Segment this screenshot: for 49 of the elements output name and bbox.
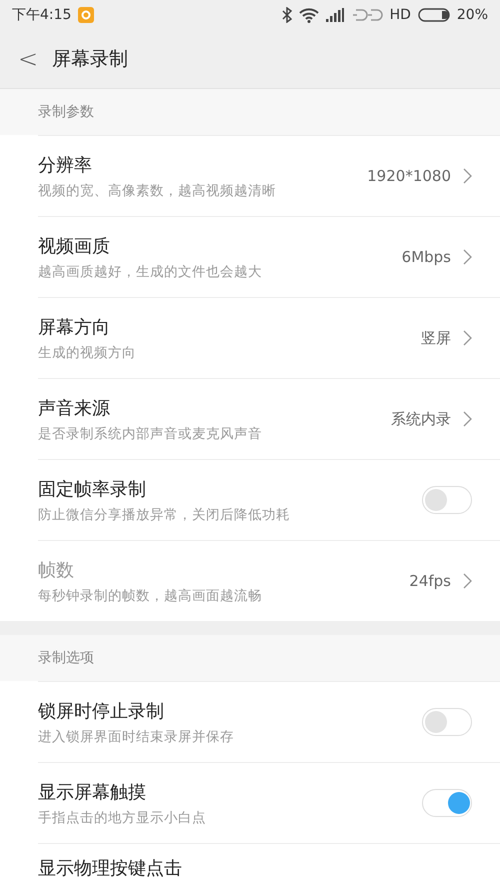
setting-title: 锁屏时停止录制: [38, 700, 165, 724]
setting-description: 手指点击的地方显示小白点: [38, 808, 207, 826]
setting-description: 生成的视频方向: [38, 344, 137, 362]
chevron-icon: [463, 168, 472, 184]
toggle-switch[interactable]: [422, 708, 472, 736]
chevron-icon: [463, 411, 472, 427]
battery-icon: [418, 8, 450, 22]
setting-title: 显示物理按键点击: [38, 857, 183, 881]
back-button[interactable]: <: [0, 45, 52, 73]
toggle-switch[interactable]: [422, 486, 472, 514]
bluetooth-icon: [282, 7, 292, 23]
wifi-icon: [298, 7, 319, 23]
chevron-icon: [463, 573, 472, 589]
setting-value: 6Mbps: [402, 248, 451, 266]
settings-row[interactable]: 声音来源 是否录制系统内部声音或麦克风声音 系统内录: [38, 378, 500, 459]
settings-row[interactable]: 固定帧率录制 防止微信分享播放异常，关闭后降低功耗: [38, 459, 500, 540]
setting-value: 竖屏: [421, 328, 451, 348]
toggle-switch[interactable]: [422, 789, 472, 817]
setting-description: 是否录制系统内部声音或麦克风声音: [38, 424, 263, 442]
settings-row[interactable]: 显示屏幕触摸 手指点击的地方显示小白点: [38, 762, 500, 843]
network-type: HD: [390, 7, 411, 23]
page-title: 屏幕录制: [52, 47, 128, 72]
status-time: 下午4:15: [12, 6, 72, 24]
settings-row[interactable]: 分辨率 视频的宽、高像素数，越高视频越清晰 1920*1080: [38, 135, 500, 216]
settings-row[interactable]: 屏幕方向 生成的视频方向 竖屏: [38, 297, 500, 378]
setting-description: 越高画质越好，生成的文件也会越大: [38, 262, 263, 280]
setting-description: 防止微信分享播放异常，关闭后降低功耗: [38, 506, 291, 524]
setting-value: 24fps: [409, 572, 451, 590]
chevron-icon: [463, 330, 472, 346]
setting-description: 每秒钟录制的帧数，越高画面越流畅: [38, 586, 263, 604]
setting-value: 1920*1080: [367, 167, 451, 185]
notification-icon: [78, 7, 94, 23]
setting-title: 视频画质: [38, 234, 111, 258]
setting-title: 显示屏幕触摸: [38, 780, 147, 804]
setting-title: 声音来源: [38, 396, 111, 420]
setting-title: 固定帧率录制: [38, 478, 147, 502]
setting-title: 分辨率: [38, 154, 93, 178]
battery-percent: 20%: [456, 7, 488, 23]
settings-row[interactable]: 显示物理按键点击: [38, 843, 500, 889]
setting-description: 进入锁屏界面时结束录屏并保存: [38, 728, 235, 746]
setting-title: 帧数: [38, 558, 75, 582]
setting-value: 系统内录: [391, 410, 451, 428]
chevron-icon: [463, 249, 472, 265]
settings-row[interactable]: 锁屏时停止录制 进入锁屏界面时结束录屏并保存: [38, 681, 500, 762]
setting-description: 视频的宽、高像素数，越高视频越清晰: [38, 182, 277, 200]
setting-title: 屏幕方向: [38, 316, 111, 340]
settings-row[interactable]: 视频画质 越高画质越好，生成的文件也会越大 6Mbps: [38, 216, 500, 297]
signal-icon: [326, 8, 344, 22]
data-activity-icon: [350, 7, 383, 23]
